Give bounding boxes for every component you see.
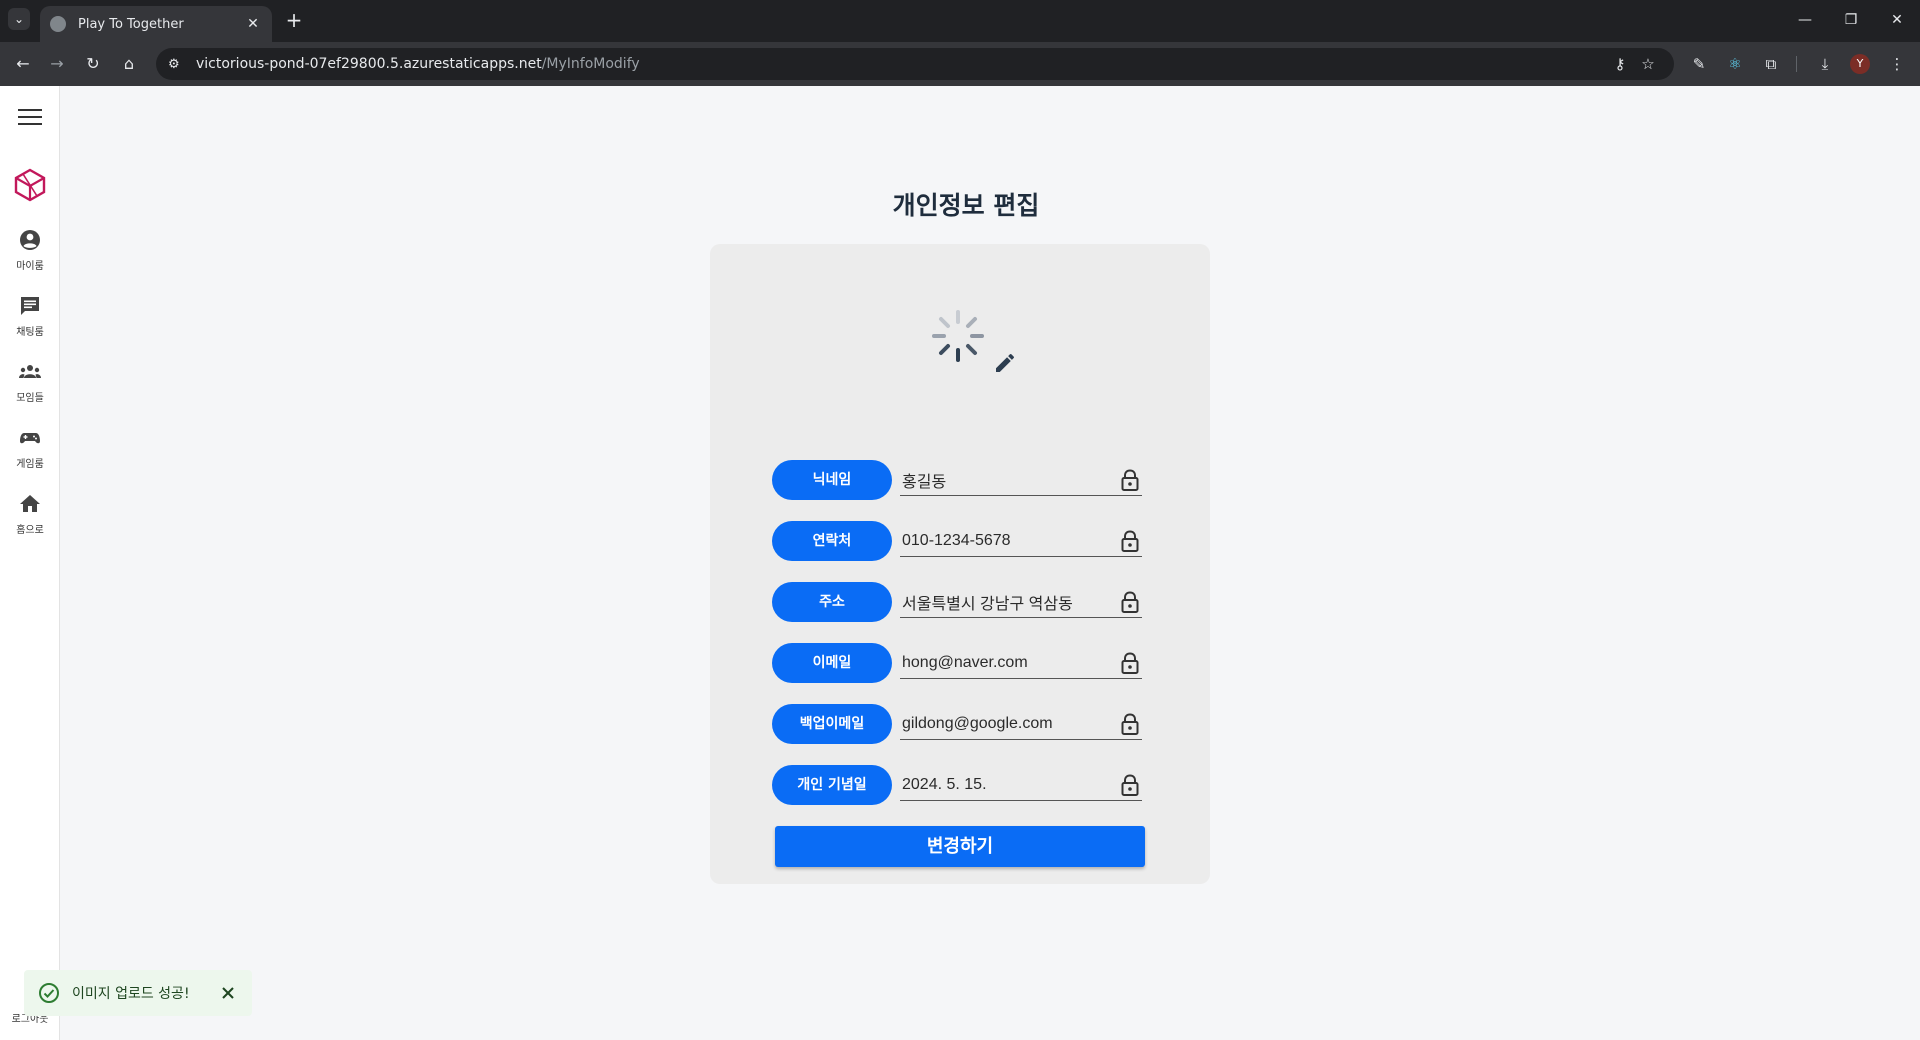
sidebar-item-gameroom[interactable]: 게임룸	[0, 426, 60, 470]
address-value[interactable]: 서울특별시 강남구 역삼동	[900, 590, 1120, 614]
back-arrow-icon[interactable]: ←	[10, 51, 36, 77]
sidebar-item-groups[interactable]: 모임들	[0, 360, 60, 404]
email-row: 이메일 hong@naver.com	[772, 643, 1142, 683]
lock-icon[interactable]	[1120, 651, 1140, 674]
edit-pencil-icon[interactable]	[993, 351, 1017, 375]
lock-icon[interactable]	[1120, 712, 1140, 735]
lock-icon[interactable]	[1120, 468, 1140, 491]
nickname-value[interactable]: 홍길동	[900, 468, 1120, 492]
sidebar-item-label: 홈으로	[16, 525, 44, 536]
lock-icon[interactable]	[1120, 590, 1140, 613]
more-menu-icon[interactable]: ⋮	[1884, 51, 1910, 77]
email-label: 이메일	[772, 643, 892, 683]
lock-icon[interactable]	[1120, 529, 1140, 552]
backup-email-field[interactable]: gildong@google.com	[900, 708, 1142, 740]
window-close-icon[interactable]: ✕	[1882, 8, 1912, 32]
browser-toolbar: ← → ↻ ⌂ ⚙ victorious-pond-07ef29800.5.az…	[0, 42, 1920, 86]
sidebar-item-label: 마이룸	[16, 261, 44, 272]
contact-label: 연락처	[772, 521, 892, 561]
address-label: 주소	[772, 582, 892, 622]
tab-search-chevron-icon[interactable]: ⌄	[8, 8, 30, 30]
restore-icon[interactable]: ❐	[1836, 8, 1866, 32]
anniversary-row: 개인 기념일 2024. 5. 15.	[772, 765, 1142, 805]
anniversary-label: 개인 기념일	[772, 765, 892, 805]
anniversary-value[interactable]: 2024. 5. 15.	[900, 776, 1120, 794]
toast-message: 이미지 업로드 성공!	[72, 986, 190, 1002]
browser-tab-bar: ⌄ Play To Together ✕ + — ❐ ✕	[0, 0, 1920, 42]
tab-title: Play To Together	[78, 16, 184, 32]
backup-email-row: 백업이메일 gildong@google.com	[772, 704, 1142, 744]
sidebar: 마이룸 채팅룸 모임들 게임룸 홈으로	[0, 86, 60, 1040]
home-button-icon[interactable]: ⌂	[116, 51, 142, 77]
sidebar-item-label: 게임룸	[16, 459, 44, 470]
nickname-row: 닉네임 홍길동	[772, 460, 1142, 500]
sidebar-item-chatroom[interactable]: 채팅룸	[0, 294, 60, 338]
address-row: 주소 서울특별시 강남구 역삼동	[772, 582, 1142, 622]
browser-tab[interactable]: Play To Together ✕	[40, 6, 272, 42]
loading-spinner-icon[interactable]	[928, 306, 988, 366]
site-info-icon[interactable]: ⚙	[168, 57, 192, 72]
address-field[interactable]: 서울특별시 강남구 역삼동	[900, 586, 1142, 618]
star-bookmark-icon[interactable]: ☆	[1634, 55, 1662, 73]
app-logo-icon[interactable]	[14, 168, 46, 202]
backup-email-value[interactable]: gildong@google.com	[900, 715, 1120, 733]
pen-extension-icon[interactable]: ✎	[1686, 51, 1712, 77]
email-value[interactable]: hong@naver.com	[900, 654, 1120, 672]
contact-value[interactable]: 010-1234-5678	[900, 532, 1120, 550]
tab-close-icon[interactable]: ✕	[244, 16, 262, 32]
nickname-label: 닉네임	[772, 460, 892, 500]
sidebar-item-home[interactable]: 홈으로	[0, 492, 60, 536]
toolbar-divider	[1796, 56, 1797, 72]
email-field[interactable]: hong@naver.com	[900, 647, 1142, 679]
page-title: 개인정보 편집	[892, 191, 1040, 220]
backup-email-label: 백업이메일	[772, 704, 892, 744]
profile-edit-card: 닉네임 홍길동 연락처 010-1234-5678 주소 서울특별시 강남구 역…	[710, 244, 1210, 884]
sidebar-item-label: 모임들	[16, 393, 44, 404]
address-bar[interactable]: ⚙ victorious-pond-07ef29800.5.azurestati…	[156, 48, 1674, 80]
anniversary-field[interactable]: 2024. 5. 15.	[900, 769, 1142, 801]
contact-field[interactable]: 010-1234-5678	[900, 525, 1142, 557]
toast-close-icon[interactable]	[218, 983, 238, 1003]
globe-icon	[50, 16, 66, 32]
groups-icon	[19, 365, 41, 378]
submit-button[interactable]: 변경하기	[775, 826, 1145, 867]
home-icon	[20, 495, 40, 512]
sidebar-item-label: 채팅룸	[16, 327, 44, 338]
chat-icon	[21, 297, 39, 315]
profile-avatar[interactable]: Y	[1850, 54, 1870, 74]
sidebar-item-myroom[interactable]: 마이룸	[0, 228, 60, 272]
new-tab-icon[interactable]: +	[282, 8, 306, 32]
lock-icon[interactable]	[1120, 773, 1140, 796]
key-icon[interactable]: ⚷	[1606, 55, 1634, 73]
nickname-field[interactable]: 홍길동	[900, 464, 1142, 496]
reload-icon[interactable]: ↻	[80, 51, 106, 77]
extensions-puzzle-icon[interactable]: ⧉	[1758, 51, 1784, 77]
forward-arrow-icon[interactable]: →	[44, 51, 70, 77]
hamburger-menu-icon[interactable]	[18, 109, 42, 127]
url-text[interactable]: victorious-pond-07ef29800.5.azurestatica…	[196, 56, 1606, 72]
contact-row: 연락처 010-1234-5678	[772, 521, 1142, 561]
account-circle-icon	[20, 230, 40, 250]
upload-success-toast: 이미지 업로드 성공!	[24, 970, 252, 1016]
download-icon[interactable]: ⤓	[1812, 51, 1838, 77]
react-extension-icon[interactable]: ⚛	[1722, 51, 1748, 77]
minimize-icon[interactable]: —	[1790, 8, 1820, 32]
check-circle-icon	[39, 983, 59, 1003]
gamepad-icon	[20, 433, 40, 444]
